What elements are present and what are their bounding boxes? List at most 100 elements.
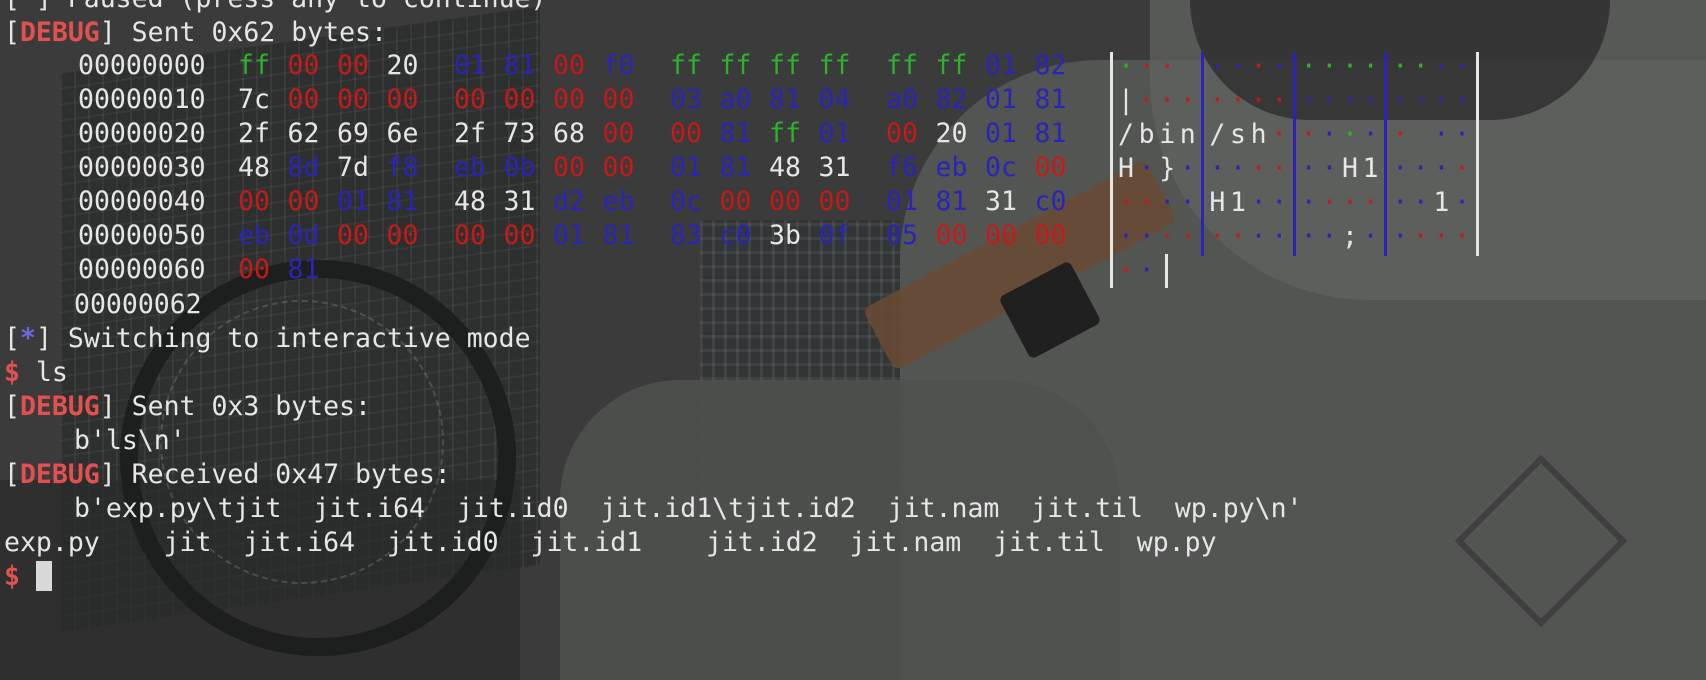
ascii-char: · (1362, 187, 1379, 218)
hex-byte: 81 (719, 152, 752, 183)
hex-byte: 00 (287, 186, 320, 217)
ascii-char: · (1230, 221, 1246, 252)
hex-byte: 48 (454, 186, 486, 217)
ascii-char: · (1412, 51, 1429, 82)
hex-byte: 00 (553, 152, 585, 183)
ascii-char (1413, 118, 1429, 152)
ascii-char: · (1138, 85, 1155, 116)
hex-byte: 00 (769, 186, 801, 217)
ascii-char: · (1321, 187, 1338, 218)
ascii-char: · (1362, 119, 1379, 150)
ascii-char: / (1209, 119, 1226, 150)
ascii-separator (1292, 52, 1296, 256)
hex-byte: 00 (238, 254, 270, 285)
ascii-char: · (1412, 221, 1429, 252)
hex-byte: 01 (670, 152, 702, 183)
hex-byte: 00 (602, 118, 635, 149)
sent-payload-line: b'ls\n' (74, 425, 186, 456)
ascii-char: · (1209, 153, 1226, 184)
hex-byte: 81 (1034, 84, 1067, 115)
hex-byte: 68 (553, 118, 585, 149)
hex-byte: f6 (886, 152, 918, 183)
hex-byte: 0d (287, 220, 320, 251)
shell-prompt: $ (4, 561, 20, 592)
ascii-char: · (1118, 187, 1134, 218)
ascii-char: · (1118, 221, 1134, 252)
ascii-char: · (1230, 153, 1246, 184)
hex-byte: 81 (935, 186, 968, 217)
hex-byte: 69 (337, 118, 369, 149)
hex-byte: 03 (670, 84, 702, 115)
ascii-char (1180, 50, 1196, 84)
hex-byte: 6e (386, 118, 419, 149)
hex-byte: 7d (337, 152, 369, 183)
hex-byte: 0c (985, 152, 1017, 183)
ascii-char: · (1342, 119, 1358, 150)
ascii-separator (1201, 52, 1205, 256)
ascii-char: · (1392, 85, 1409, 116)
hex-byte: 82 (935, 84, 968, 115)
ascii-char: · (1271, 85, 1288, 116)
hex-byte: 00 (287, 84, 320, 115)
hex-offset: 00000020 (78, 118, 206, 149)
ascii-separator (1110, 254, 1113, 288)
hex-byte: 20 (935, 118, 968, 149)
hex-byte: f8 (386, 152, 419, 183)
terminal-output: [*] Paused (press any to continue) [DEBU… (4, 0, 1704, 594)
ascii-char: · (1250, 221, 1267, 252)
ascii-char: h (1250, 119, 1267, 150)
hex-byte: eb (935, 152, 968, 183)
debug-received-line: [DEBUG] Received 0x47 bytes: (4, 459, 451, 490)
hex-offset: 00000000 (78, 50, 206, 81)
ascii-char: · (1342, 187, 1358, 218)
ascii-char: | (1118, 85, 1134, 116)
hex-byte: 00 (670, 118, 702, 149)
ascii-char: · (1454, 51, 1470, 82)
hex-byte: 00 (602, 152, 635, 183)
hex-byte: 00 (337, 84, 369, 115)
ascii-char: · (1321, 221, 1338, 252)
ascii-char: · (1362, 51, 1379, 82)
hex-byte: 2f (454, 118, 486, 149)
ascii-char: · (1138, 153, 1155, 184)
debug-sent-ls-line: [DEBUG] Sent 0x3 bytes: (4, 391, 371, 422)
hex-byte: 01 (985, 118, 1017, 149)
hex-byte: 20 (386, 50, 419, 81)
ascii-char: · (1230, 51, 1246, 82)
ascii-char: · (1250, 153, 1267, 184)
hex-byte: 81 (602, 220, 635, 251)
ascii-char: · (1392, 153, 1409, 184)
ascii-char: H (1209, 187, 1226, 218)
hex-byte: 00 (818, 186, 851, 217)
ascii-separator (1165, 254, 1169, 288)
hex-byte: a0 (719, 84, 752, 115)
ascii-char: · (1300, 221, 1317, 252)
ascii-char: · (1138, 221, 1155, 252)
input-prompt-line[interactable]: $ (4, 560, 1704, 594)
ascii-separator (1384, 52, 1388, 256)
ascii-char: · (1392, 119, 1409, 150)
ascii-char: · (1433, 51, 1450, 82)
hex-byte: 00 (337, 220, 369, 251)
ascii-char: · (1209, 85, 1226, 116)
hex-byte: 00 (602, 84, 635, 115)
hex-byte: d2 (553, 186, 585, 217)
ls-output-line: exp.py jit jit.i64 jit.id0 jit.id1 jit.i… (4, 527, 1217, 558)
hex-byte: 00 (287, 50, 320, 81)
text-cursor[interactable] (35, 561, 52, 591)
ascii-char: · (1159, 51, 1176, 82)
hex-byte: 3b (769, 220, 801, 251)
hex-byte: 00 (985, 220, 1017, 251)
ascii-char: · (1209, 51, 1226, 82)
ascii-char: · (1362, 85, 1379, 116)
ascii-char: · (1179, 221, 1196, 252)
ascii-char: · (1342, 51, 1358, 82)
ascii-char: 1 (1362, 153, 1379, 184)
ascii-char: · (1433, 221, 1450, 252)
ascii-char: · (1271, 119, 1288, 150)
hex-byte: 73 (503, 118, 536, 149)
hex-byte: 62 (287, 118, 320, 149)
ascii-char: · (1342, 85, 1358, 116)
hex-byte: 31 (503, 186, 536, 217)
hex-byte: 05 (886, 220, 918, 251)
